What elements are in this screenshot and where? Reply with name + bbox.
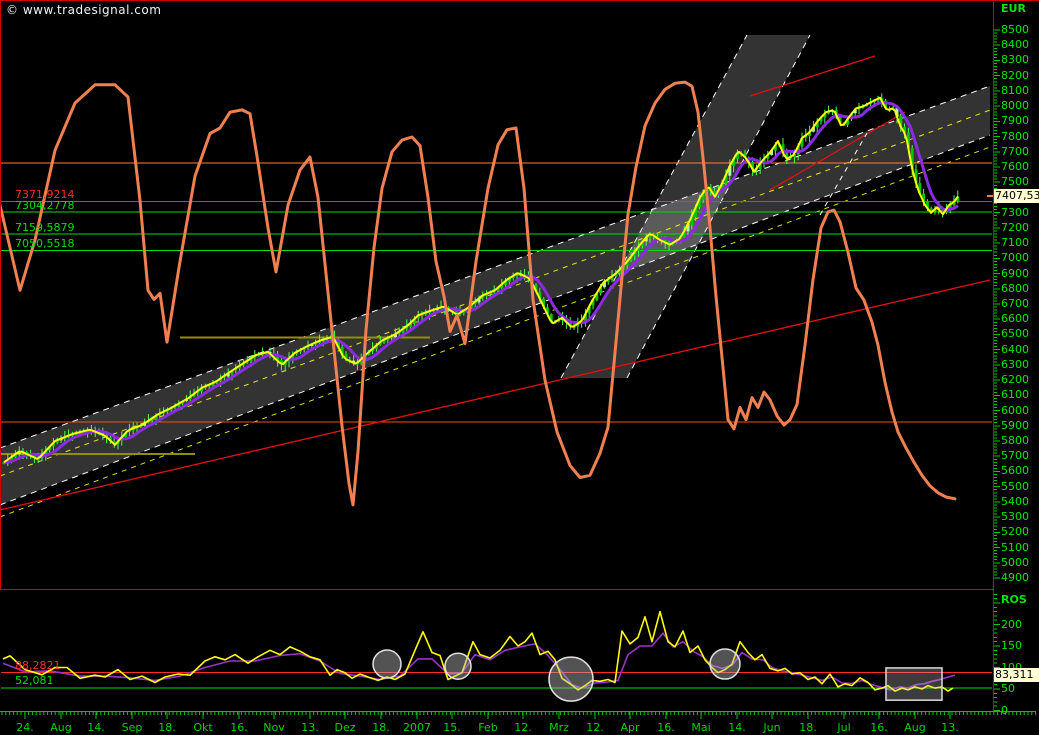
ros-tick-label: 150 bbox=[1001, 640, 1022, 652]
highlight-circle-annotation[interactable] bbox=[710, 649, 740, 679]
price-tick-label: 5300 bbox=[1001, 511, 1029, 523]
price-tick-label: 5600 bbox=[1001, 465, 1029, 477]
ros-tick-label: 50 bbox=[1001, 683, 1015, 695]
highlight-circle-annotation[interactable] bbox=[445, 653, 471, 679]
date-tick-label: Dez bbox=[334, 721, 355, 734]
ros-tick-label: 0 bbox=[1001, 705, 1008, 717]
price-tick-label: 6300 bbox=[1001, 359, 1029, 371]
date-axis[interactable] bbox=[2, 712, 1036, 719]
highlight-box-annotation[interactable] bbox=[886, 668, 942, 700]
price-tick-label: 6900 bbox=[1001, 268, 1029, 280]
price-tick-label: 6100 bbox=[1001, 389, 1029, 401]
price-tick-label: 5000 bbox=[1001, 557, 1029, 569]
price-tick-label: 5800 bbox=[1001, 435, 1029, 447]
price-tick-label: 7600 bbox=[1001, 161, 1029, 173]
date-tick-label: Nov bbox=[263, 721, 284, 734]
price-tick-label: 7900 bbox=[1001, 115, 1029, 127]
price-tick-label: 7800 bbox=[1001, 131, 1029, 143]
ros-signal-line[interactable] bbox=[3, 633, 955, 690]
date-tick-label: 16. bbox=[657, 721, 675, 734]
date-tick-label: Sep bbox=[122, 721, 143, 734]
price-tick-label: 7300 bbox=[1001, 207, 1029, 219]
date-tick-label: Jun bbox=[763, 721, 780, 734]
date-tick-label: 12. bbox=[514, 721, 532, 734]
price-axis-title: EUR bbox=[1001, 2, 1026, 15]
date-tick-label: Apr bbox=[620, 721, 639, 734]
price-axis[interactable] bbox=[994, 30, 1000, 578]
date-tick-label: 12. bbox=[586, 721, 604, 734]
price-tick-label: 5700 bbox=[1001, 450, 1029, 462]
price-tick-label: 7700 bbox=[1001, 146, 1029, 158]
price-tick-label: 6800 bbox=[1001, 283, 1029, 295]
price-level-label: 7159,5879 bbox=[15, 222, 75, 234]
ros-value-flag: 83,311 bbox=[994, 668, 1039, 682]
date-tick-label: 13. bbox=[941, 721, 959, 734]
trading-chart-window: { "watermark": "© www.tradesignal.com", … bbox=[0, 0, 1039, 735]
date-tick-label: 14. bbox=[728, 721, 746, 734]
chart-top-border bbox=[0, 0, 1039, 1]
price-tick-label: 6000 bbox=[1001, 405, 1029, 417]
price-tick-label: 8300 bbox=[1001, 54, 1029, 66]
price-tick-label: 6700 bbox=[1001, 298, 1029, 310]
price-tick-label: 5500 bbox=[1001, 481, 1029, 493]
chart-canvas[interactable] bbox=[0, 0, 1039, 735]
date-tick-label: Feb bbox=[478, 721, 497, 734]
date-tick-label: Mai bbox=[691, 721, 710, 734]
date-tick-label: 18. bbox=[372, 721, 390, 734]
ros-level-label: 88,2821 bbox=[15, 660, 61, 672]
ros-tick-label: 200 bbox=[1001, 619, 1022, 631]
ros-value-axis[interactable] bbox=[994, 594, 1000, 710]
channel-midline[interactable] bbox=[0, 147, 990, 517]
date-tick-label: Aug bbox=[50, 721, 71, 734]
price-tick-label: 7500 bbox=[1001, 176, 1029, 188]
date-tick-label: 2007 bbox=[403, 721, 431, 734]
date-tick-label: 16. bbox=[870, 721, 888, 734]
price-tick-label: 8100 bbox=[1001, 85, 1029, 97]
price-tick-label: 6200 bbox=[1001, 374, 1029, 386]
date-tick-label: 16. bbox=[230, 721, 248, 734]
ros-indicator-panel[interactable] bbox=[1, 612, 992, 702]
price-tick-label: 6600 bbox=[1001, 313, 1029, 325]
price-tick-label: 4900 bbox=[1001, 572, 1029, 584]
price-tick-label: 8400 bbox=[1001, 39, 1029, 51]
date-tick-label: 18. bbox=[799, 721, 817, 734]
price-tick-label: 7100 bbox=[1001, 237, 1029, 249]
price-tick-label: 8200 bbox=[1001, 70, 1029, 82]
price-level-label: 7304,2778 bbox=[15, 200, 75, 212]
highlight-circle-annotation[interactable] bbox=[373, 650, 401, 678]
date-tick-label: Jul bbox=[837, 721, 850, 734]
price-tick-label: 8000 bbox=[1001, 100, 1029, 112]
date-tick-label: Okt bbox=[193, 721, 212, 734]
chart-left-border bbox=[0, 0, 1, 590]
axis-divider-line bbox=[993, 0, 994, 712]
highlight-circle-annotation[interactable] bbox=[549, 657, 593, 701]
price-tick-label: 7200 bbox=[1001, 222, 1029, 234]
date-tick-label: 24. bbox=[16, 721, 34, 734]
price-tick-label: 6500 bbox=[1001, 328, 1029, 340]
ros-axis-title: ROS bbox=[1001, 593, 1027, 606]
price-tick-label: 5400 bbox=[1001, 496, 1029, 508]
price-tick-label: 7000 bbox=[1001, 252, 1029, 264]
date-axis-separator bbox=[0, 711, 1036, 712]
date-tick-label: 14. bbox=[87, 721, 105, 734]
price-tick-label: 8500 bbox=[1001, 24, 1029, 36]
date-tick-label: Mrz bbox=[549, 721, 569, 734]
date-tick-label: Aug bbox=[904, 721, 925, 734]
main-price-panel[interactable] bbox=[0, 35, 992, 517]
price-tick-label: 5900 bbox=[1001, 420, 1029, 432]
date-tick-label: 15. bbox=[443, 721, 461, 734]
date-tick-label: 13. bbox=[301, 721, 319, 734]
price-level-label: 7050,5518 bbox=[15, 238, 75, 250]
last-price-tick bbox=[987, 195, 993, 197]
ros-level-label: 52,081 bbox=[15, 675, 54, 687]
panel-separator-line bbox=[0, 589, 994, 590]
last-price-flag: 7407,53 bbox=[994, 189, 1039, 203]
price-tick-label: 5100 bbox=[1001, 542, 1029, 554]
channel-edge-line[interactable] bbox=[0, 135, 990, 505]
channel-edge-line[interactable] bbox=[0, 86, 990, 448]
price-tick-label: 5200 bbox=[1001, 526, 1029, 538]
date-tick-label: 18. bbox=[158, 721, 176, 734]
price-tick-label: 6400 bbox=[1001, 344, 1029, 356]
